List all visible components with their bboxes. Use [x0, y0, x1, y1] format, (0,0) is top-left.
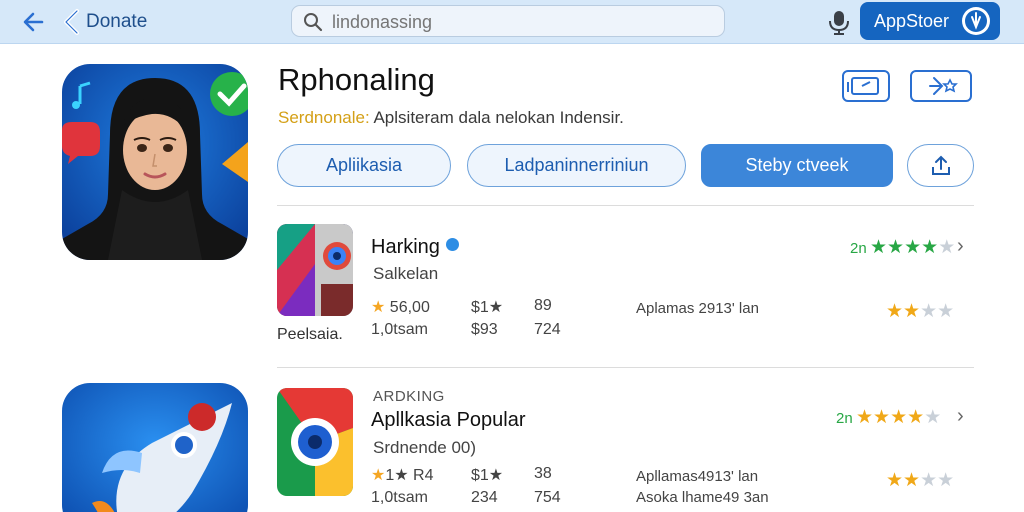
stat-price-alt: 234	[471, 489, 498, 506]
back-chevron-icon[interactable]	[60, 8, 84, 36]
stat-price: $1★	[471, 299, 504, 316]
app-subtitle-text: Aplsiteram dala nelokan Indensir.	[369, 108, 624, 127]
mic-icon[interactable]	[826, 8, 852, 36]
star-icon: ★	[903, 301, 921, 322]
star-icon: ★	[937, 301, 955, 322]
upload-button[interactable]	[907, 144, 974, 187]
list-item-icon[interactable]	[277, 224, 353, 316]
star-icon: ★	[937, 470, 955, 491]
stat-price-alt: $93	[471, 321, 498, 338]
app-subtitle: Serdnonale: Aplsiteram dala nelokan Inde…	[278, 108, 624, 128]
appstore-label: AppStoer	[874, 11, 950, 31]
share-button[interactable]	[910, 70, 972, 102]
rating-stars-bottom: ★★★★	[886, 300, 954, 323]
app-title: Rphonaling	[278, 62, 435, 97]
rating-label: Apllamas4913' lan	[636, 468, 759, 485]
search-icon	[304, 13, 323, 32]
rating-stars-bottom: ★★★★	[886, 469, 954, 492]
cast-button[interactable]	[842, 70, 890, 102]
stat-installs: 1,0tsam	[371, 321, 428, 338]
star-icon: ★	[371, 299, 386, 316]
chevron-right-icon[interactable]: ›	[957, 235, 964, 258]
rating-count: 2n	[850, 240, 867, 257]
star-icon: ★	[924, 407, 942, 428]
stat-rating-value: 56,00	[389, 299, 430, 316]
list-item-subtitle: Srdnende 00)	[373, 438, 477, 457]
verified-icon	[445, 238, 459, 251]
star-icon: ★	[856, 407, 874, 428]
rating-stars-top: ★★★★★	[856, 406, 941, 429]
stat-count: 38	[534, 465, 552, 482]
star-icon: ★	[904, 237, 922, 258]
list-item-title[interactable]: Harking	[371, 236, 459, 259]
top-bar: Donate AppStoer	[0, 0, 1024, 44]
rating-stars-top: ★★★★★	[870, 236, 955, 259]
star-icon: ★	[873, 407, 891, 428]
list-item-title-text: Harking	[371, 236, 440, 258]
details-tab-button[interactable]: Ladpaninnerriniun	[467, 144, 686, 187]
stat-rating: ★1★ R4	[371, 465, 433, 485]
rating-label: Aplamas 2913' lan	[636, 300, 759, 317]
rating-count: 2n	[836, 410, 853, 427]
rocket-app-icon[interactable]	[62, 383, 248, 512]
stat-rating: ★ 56,00	[371, 297, 430, 317]
apps-tab-button[interactable]: Apliikasia	[277, 144, 451, 187]
star-icon: ★	[921, 237, 939, 258]
primary-action-button[interactable]: Steby ctveek	[701, 144, 893, 187]
list-item-title[interactable]: Apllkasia Popular	[371, 409, 526, 432]
appstore-icon	[962, 7, 990, 35]
search-input[interactable]	[332, 10, 712, 34]
appstore-button[interactable]: AppStoer	[860, 2, 1000, 40]
share-icon	[929, 77, 958, 95]
stat-count-alt: 724	[534, 321, 561, 338]
star-icon: ★	[371, 467, 386, 484]
list-item-caption: Peelsaia.	[277, 326, 343, 343]
stat-price: $1★	[471, 467, 504, 484]
star-icon: ★	[870, 237, 888, 258]
star-icon: ★	[887, 237, 905, 258]
star-icon: ★	[938, 237, 956, 258]
stat-installs: 1,0tsam	[371, 489, 428, 506]
star-icon: ★	[920, 470, 938, 491]
app-subtitle-brand: Serdnonale:	[278, 108, 370, 127]
star-icon: ★	[886, 301, 904, 322]
divider	[277, 205, 974, 206]
star-icon: ★	[903, 470, 921, 491]
divider	[277, 367, 974, 368]
rating-label-secondary: Asoka lhame49 3an	[636, 489, 769, 506]
stat-count-alt: 754	[534, 489, 561, 506]
upload-icon	[931, 155, 950, 175]
chevron-right-icon[interactable]: ›	[957, 405, 964, 428]
list-item-overline: ARDKING	[373, 388, 445, 405]
stat-rating-value: 1★ R4	[385, 467, 434, 484]
list-item-icon[interactable]	[277, 388, 353, 496]
star-icon: ★	[920, 301, 938, 322]
back-label[interactable]: Donate	[86, 11, 147, 33]
list-item-subtitle: Salkelan	[373, 264, 439, 283]
app-hero-icon	[62, 64, 248, 260]
cast-icon	[847, 77, 879, 95]
back-arrow-icon[interactable]	[20, 8, 48, 36]
search-bar[interactable]	[291, 5, 725, 37]
stat-count: 89	[534, 297, 552, 314]
star-icon: ★	[907, 407, 925, 428]
star-icon: ★	[886, 470, 904, 491]
star-icon: ★	[890, 407, 908, 428]
